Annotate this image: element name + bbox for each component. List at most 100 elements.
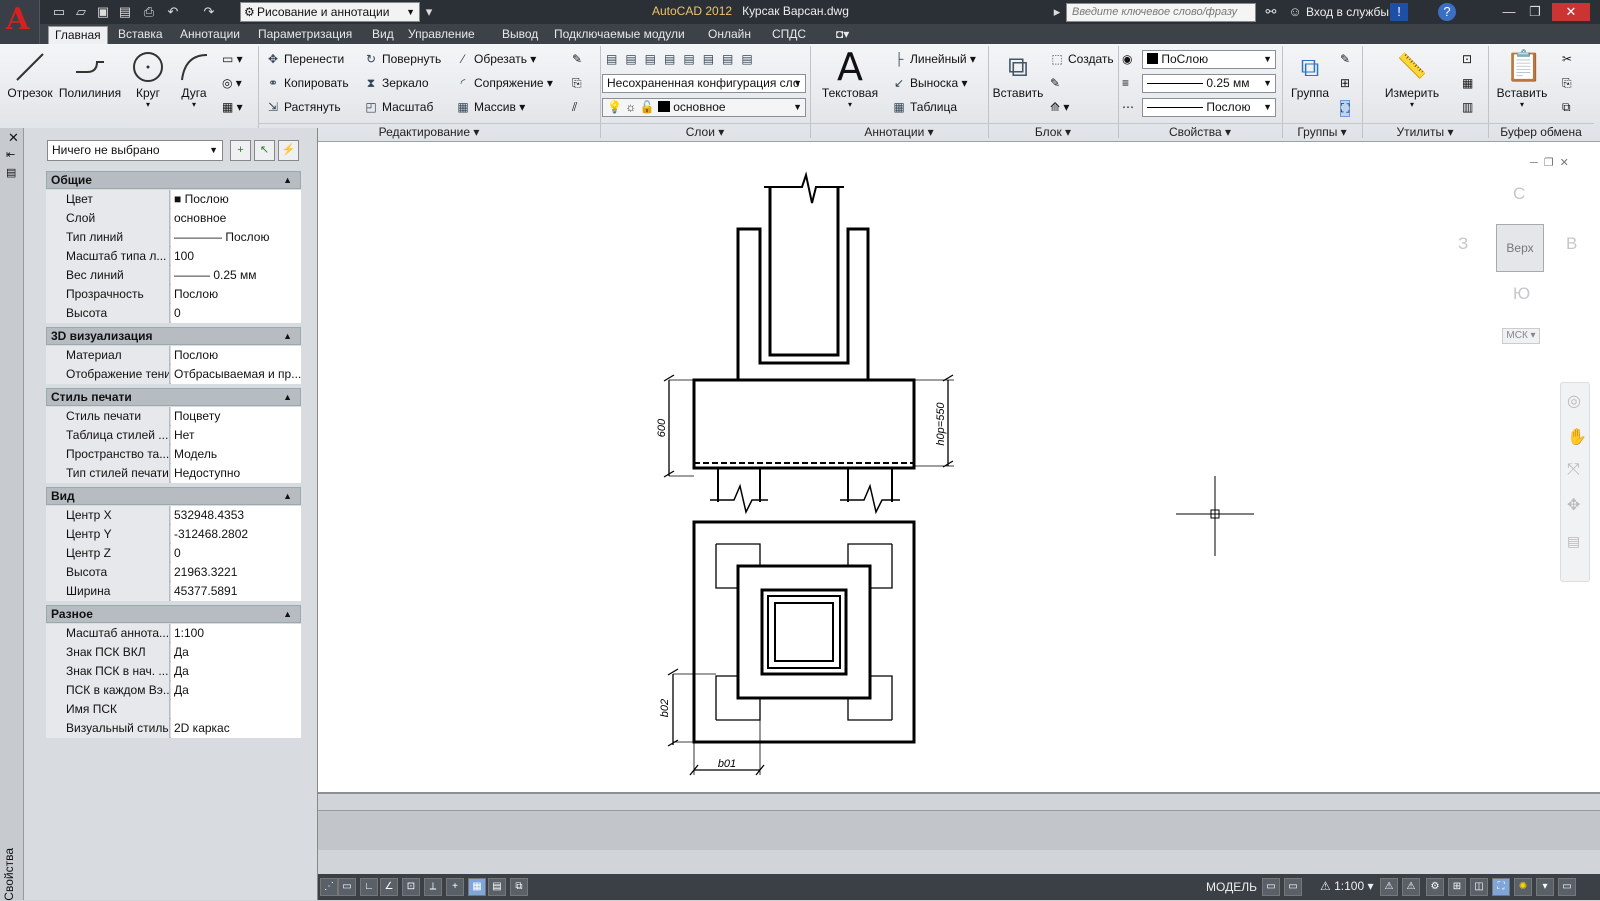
property-row[interactable]: Знак ПСК ВКЛ Да	[46, 643, 301, 662]
calc-icon[interactable]: ▦	[1462, 76, 1473, 90]
viewcube-east[interactable]: В	[1566, 234, 1577, 254]
stretch-button[interactable]: ⇲ Растянуть	[266, 100, 341, 114]
tab-parametric[interactable]: Параметризация	[252, 26, 358, 44]
quickselect-icon[interactable]: ⊡	[1462, 52, 1472, 66]
mirror-button[interactable]: ⧗ Зеркало	[364, 76, 429, 91]
property-row[interactable]: Центр X 532948.4353	[46, 506, 301, 525]
table-button[interactable]: ▦ Таблица	[892, 100, 957, 114]
hardware-accel-icon[interactable]: ◫	[1470, 878, 1488, 896]
ucs-menu[interactable]: МСК ▾	[1502, 328, 1540, 344]
workspace-gear-icon[interactable]: ⚙	[1426, 878, 1444, 896]
leader-button[interactable]: ↙ Выноска ▾	[892, 76, 968, 90]
erase-icon[interactable]: ✎	[572, 52, 582, 66]
hatch-icon[interactable]: ▦ ▾	[222, 100, 243, 114]
qp-icon[interactable]: ▤	[488, 878, 506, 896]
panel-properties[interactable]: Свойства ▾	[1118, 123, 1282, 139]
create-block-button[interactable]: ⬚ Создать	[1050, 52, 1113, 66]
line-button[interactable]: Отрезок	[6, 50, 54, 100]
rectangle-icon[interactable]: ▭ ▾	[222, 52, 243, 66]
viewcube-north[interactable]: С	[1513, 184, 1525, 204]
property-value[interactable]: 532948.4353	[171, 506, 301, 525]
ribbon-minimize-icon[interactable]: ◘▾	[830, 26, 855, 44]
tab-manage[interactable]: Управление	[402, 26, 481, 44]
panel-block[interactable]: Блок ▾	[988, 123, 1118, 139]
viewcube-south[interactable]: Ю	[1513, 284, 1530, 304]
undo-icon[interactable]: ↶	[164, 3, 182, 21]
copy-clip-icon[interactable]: ⎘	[1562, 76, 1572, 91]
panel-clipboard[interactable]: Буфер обмена	[1488, 123, 1594, 139]
property-value[interactable]	[171, 700, 301, 719]
ortho-icon[interactable]: ∟	[360, 878, 378, 896]
property-row[interactable]: Центр Z0	[46, 544, 301, 563]
match-props-icon[interactable]: ◉	[1122, 52, 1132, 66]
osnap-icon[interactable]: ⊡	[402, 878, 420, 896]
tab-spds[interactable]: СПДС	[766, 26, 812, 44]
measure-button[interactable]: 📏 Измерить ▾	[1382, 50, 1442, 109]
application-button[interactable]: A	[0, 0, 40, 44]
linear-dim-button[interactable]: ├ Линейный ▾	[892, 52, 976, 66]
offset-icon[interactable]: ⫽	[572, 100, 577, 115]
lineweight-toggle-icon[interactable]: ▦	[468, 878, 486, 896]
property-row[interactable]: Слой основное	[46, 209, 301, 228]
property-row[interactable]: Цвет ■ Послою	[46, 190, 301, 209]
qat-more-icon[interactable]: ▾	[420, 3, 438, 21]
tab-view[interactable]: Вид	[366, 26, 400, 44]
property-row[interactable]: Центр Y -312468.2802	[46, 525, 301, 544]
collapse-icon[interactable]: ▲	[283, 328, 292, 344]
binoculars-icon[interactable]: ⚯	[1262, 3, 1280, 21]
tab-annotate[interactable]: Аннотации	[174, 26, 246, 44]
property-value[interactable]: Послою	[171, 285, 301, 304]
property-row[interactable]: Тип стилей печати Недоступно	[46, 464, 301, 483]
wheel-icon[interactable]: ◎	[1567, 391, 1581, 411]
group-edit-icon[interactable]: ⊞	[1340, 76, 1350, 90]
property-row[interactable]: ПСК в каждом Вэ... Да	[46, 681, 301, 700]
snap-icon[interactable]: ⋰	[320, 878, 338, 896]
property-value[interactable]: Поцвету	[171, 407, 301, 426]
lineweight-select[interactable]: 0.25 мм ▼	[1142, 74, 1276, 93]
section-plot[interactable]: Стиль печати ▲	[46, 388, 301, 406]
explode-icon[interactable]: ⎘	[572, 76, 582, 91]
property-row[interactable]: Вес линий ——— 0.25 мм	[46, 266, 301, 285]
property-row[interactable]: Отображение тени Отбрасываемая и пр...	[46, 365, 301, 384]
property-value[interactable]: Отбрасываемая и пр...	[171, 365, 301, 384]
circle-button[interactable]: Круг ▾	[128, 50, 168, 109]
exchange-icon[interactable]: !	[1390, 3, 1408, 21]
copy-button[interactable]: ⚭ Копировать	[266, 76, 349, 90]
property-row[interactable]: Масштаб аннота... 1:100	[46, 624, 301, 643]
orbit-icon[interactable]: ✥	[1567, 495, 1580, 515]
select-objects-icon[interactable]: ↖	[254, 140, 275, 161]
saveas-icon[interactable]: ▤	[116, 3, 134, 21]
section-viz[interactable]: 3D визуализация ▲	[46, 327, 301, 345]
restore-icon[interactable]: ❐	[1526, 3, 1544, 21]
print-icon[interactable]: ⎙	[140, 3, 158, 21]
text-button[interactable]: A Текстовая ▾	[818, 48, 882, 109]
property-value[interactable]: основное	[171, 209, 301, 228]
property-row[interactable]: Высота 0	[46, 304, 301, 323]
help-icon[interactable]: ?	[1438, 3, 1456, 21]
property-value[interactable]: Модель	[171, 445, 301, 464]
group-button[interactable]: ⧉ Группа	[1286, 50, 1334, 100]
property-value[interactable]: 0	[171, 304, 301, 323]
section-view[interactable]: Вид ▲	[46, 487, 301, 505]
property-row[interactable]: Пространство та... Модель	[46, 445, 301, 464]
drawing-svg[interactable]: 600 h0p=550 b02 b01	[318, 142, 1600, 792]
arc-button[interactable]: Дуга ▾	[174, 50, 214, 109]
cut-icon[interactable]: ✂	[1562, 52, 1572, 66]
linetype-select[interactable]: Послою ▼	[1142, 98, 1276, 117]
attribute-icon[interactable]: ⟰ ▾	[1050, 100, 1069, 114]
property-row[interactable]: Тип линий ———— Послою	[46, 228, 301, 247]
property-value[interactable]: Да	[171, 643, 301, 662]
autoscale-icon[interactable]: ⚠	[1402, 878, 1420, 896]
edit-block-icon[interactable]: ✎	[1050, 76, 1060, 90]
user-icon[interactable]: ☺	[1286, 3, 1304, 21]
lightbulb-icon[interactable]: ✺	[1514, 878, 1532, 896]
annotation-scale[interactable]: ⚠ 1:100 ▾	[1320, 879, 1373, 893]
property-row[interactable]: Материал Послою	[46, 346, 301, 365]
property-value[interactable]: Да	[171, 662, 301, 681]
pickadd-icon[interactable]: +	[230, 140, 251, 161]
new-icon[interactable]: ▭	[50, 3, 68, 21]
close-icon[interactable]: ✕	[1552, 3, 1590, 21]
insert-block-button[interactable]: ⧉ Вставить	[992, 50, 1044, 100]
tab-output[interactable]: Вывод	[496, 26, 544, 44]
otrack-icon[interactable]: ⟂	[424, 878, 442, 896]
